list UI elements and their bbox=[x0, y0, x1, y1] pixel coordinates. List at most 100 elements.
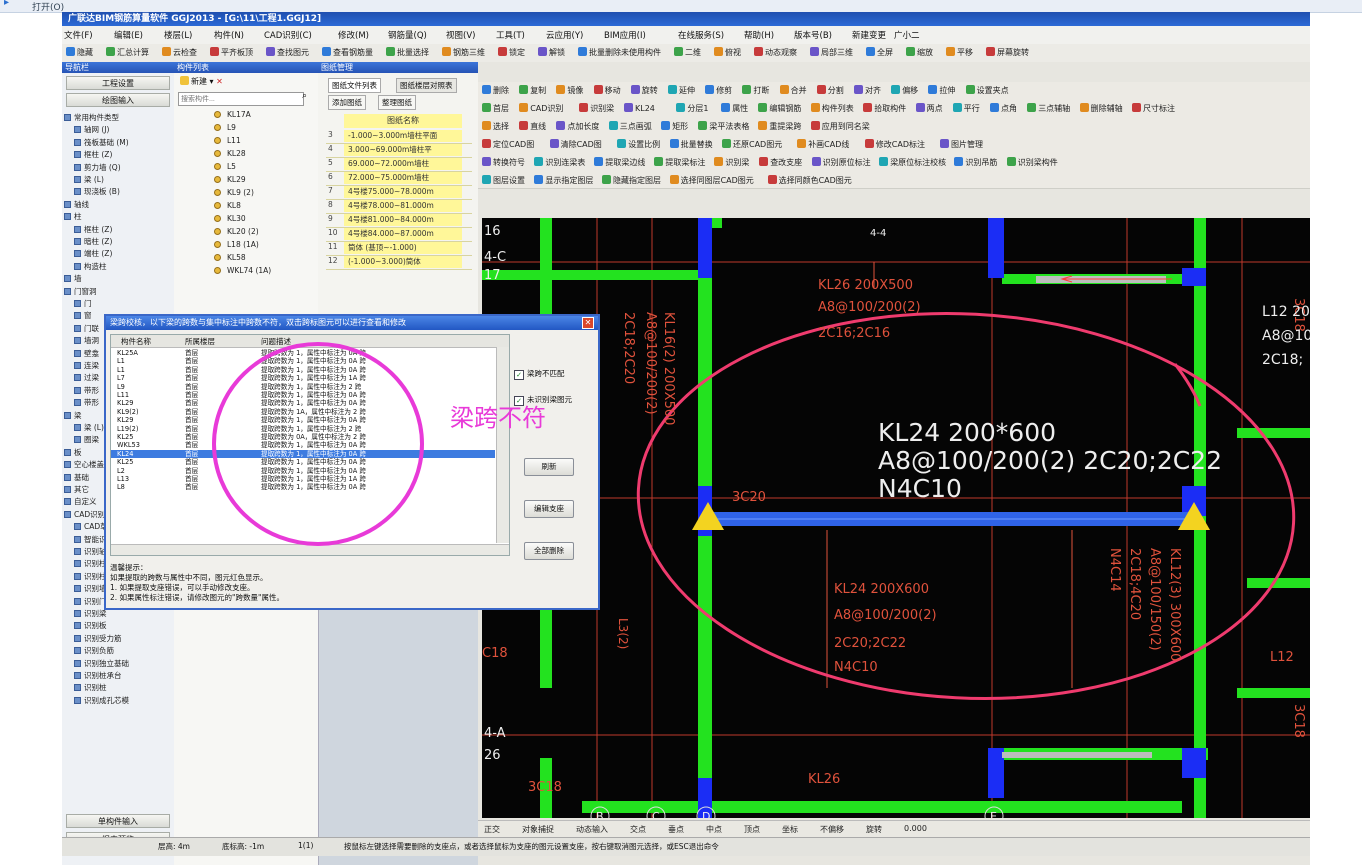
toolbar-button[interactable]: 平移 bbox=[946, 47, 973, 58]
toolbar-button[interactable]: 屏幕旋转 bbox=[986, 47, 1029, 58]
toolbar-button[interactable]: 平齐板顶 bbox=[210, 47, 253, 58]
menu-item[interactable]: 楼层(L) bbox=[164, 29, 192, 41]
status-toggle[interactable]: 垂点 bbox=[668, 824, 684, 835]
cad-tool-button[interactable]: 提取梁边线 bbox=[594, 157, 645, 168]
toolbar-button[interactable]: 批量删除未使用构件 bbox=[578, 47, 661, 58]
tree-item[interactable]: 识别负筋 bbox=[74, 645, 114, 656]
drawing-row[interactable]: 4 3.000~69.000m墙柱平 bbox=[326, 144, 472, 158]
tree-item[interactable]: CAD识别 bbox=[64, 509, 105, 520]
drawing-row[interactable]: 5 69.000~72.000m墙柱 bbox=[326, 158, 472, 172]
cad-tool-button[interactable]: 移动 bbox=[593, 85, 621, 96]
tree-item[interactable]: 梁 bbox=[64, 410, 82, 421]
cad-tool-button[interactable]: 两点 bbox=[915, 103, 943, 114]
menu-item[interactable]: 编辑(E) bbox=[114, 29, 143, 41]
cad-tool-button[interactable]: 清除CAD图 bbox=[549, 139, 602, 150]
cad-tool-button[interactable]: 编辑钢筋 bbox=[758, 103, 801, 114]
menu-item[interactable]: 视图(V) bbox=[446, 29, 475, 41]
tree-item[interactable]: 墙 bbox=[64, 273, 82, 284]
cad-tool-button[interactable]: 识别梁 bbox=[579, 103, 614, 114]
tree-item[interactable]: 识别独立基础 bbox=[74, 658, 129, 669]
toolbar-button[interactable]: 锁定 bbox=[498, 47, 525, 58]
cad-tool-button[interactable]: 隐藏指定图层 bbox=[602, 175, 661, 186]
cad-tool-button[interactable]: 批量替换 bbox=[669, 139, 713, 150]
component-list-item[interactable]: KL58 bbox=[214, 253, 246, 262]
component-list-item[interactable]: KL28 bbox=[214, 149, 246, 158]
toolbar-button[interactable]: 钢筋三维 bbox=[442, 47, 485, 58]
cad-tool-button[interactable]: 偏移 bbox=[891, 85, 918, 96]
status-toggle[interactable]: 坐标 bbox=[782, 824, 798, 835]
cad-tool-button[interactable]: 补画CAD线 bbox=[797, 139, 849, 150]
tree-item[interactable]: 识别墙 bbox=[74, 583, 107, 594]
cad-tool-button[interactable]: 识别原位标注 bbox=[811, 157, 871, 168]
toolbar-button[interactable]: 全屏 bbox=[866, 47, 893, 58]
cad-tool-button[interactable]: 直线 bbox=[519, 121, 546, 132]
cad-tool-button[interactable]: 删除 bbox=[482, 85, 509, 96]
cad-tool-button[interactable]: 平行 bbox=[952, 103, 980, 114]
drawing-row[interactable]: 7 4号楼75.000~78.000m bbox=[326, 186, 472, 200]
menu-item[interactable]: BIM应用(I) bbox=[604, 29, 646, 41]
tab-drawing-file-list[interactable]: 图纸文件列表 bbox=[328, 78, 381, 93]
toolbar-button[interactable]: 查找图元 bbox=[266, 47, 309, 58]
toolbar-button[interactable]: 汇总计算 bbox=[106, 47, 149, 58]
toolbar-button[interactable]: 俯视 bbox=[714, 47, 741, 58]
toolbar-button[interactable]: 解锁 bbox=[538, 47, 565, 58]
drawing-row[interactable]: 6 72.000~75.000m墙柱 bbox=[326, 172, 472, 186]
cad-tool-button[interactable]: 矩形 bbox=[661, 121, 688, 132]
cad-tool-button[interactable]: CAD识别 bbox=[519, 103, 563, 114]
menu-item[interactable]: 版本号(B) bbox=[794, 29, 832, 41]
add-drawing-button[interactable]: 添加图纸 bbox=[328, 95, 366, 110]
tab-floor-mapping[interactable]: 图纸楼层对照表 bbox=[396, 78, 457, 93]
status-toggle[interactable]: 中点 bbox=[706, 824, 722, 835]
component-list-item[interactable]: L11 bbox=[214, 136, 241, 145]
tree-item[interactable]: 暗柱 (Z) bbox=[74, 236, 112, 247]
single-component-input-button[interactable]: 单构件输入 bbox=[66, 814, 170, 828]
project-settings-button[interactable]: 工程设置 bbox=[66, 76, 170, 90]
cad-tool-button[interactable]: 首层 bbox=[482, 103, 509, 114]
cad-tool-button[interactable]: 图片管理 bbox=[940, 139, 983, 150]
search-icon[interactable]: ⌕ bbox=[302, 91, 307, 101]
component-list-item[interactable]: L18 (1A) bbox=[214, 240, 259, 249]
component-list-item[interactable]: KL9 (2) bbox=[214, 188, 254, 197]
status-toggle[interactable]: 交点 bbox=[630, 824, 646, 835]
cad-tool-button[interactable]: 属性 bbox=[721, 103, 748, 114]
cad-tool-button[interactable]: 镜像 bbox=[556, 85, 583, 96]
component-list-item[interactable]: KL17A bbox=[214, 110, 251, 119]
toolbar-button[interactable]: 云检查 bbox=[162, 47, 197, 58]
tree-item[interactable]: 轴网 (J) bbox=[74, 124, 109, 135]
open-menu-label[interactable]: 打开(O) bbox=[32, 0, 64, 13]
cad-tool-button[interactable]: 梁原位标注校核 bbox=[879, 157, 946, 168]
tree-item[interactable]: 门 bbox=[74, 298, 92, 309]
tree-item[interactable]: 连梁 bbox=[74, 360, 99, 371]
cad-tool-button[interactable]: 设置比例 bbox=[617, 139, 660, 150]
cad-tool-button[interactable]: 复制 bbox=[519, 85, 546, 96]
status-toggle[interactable]: 不偏移 bbox=[820, 824, 844, 835]
toolbar-button[interactable]: 缩放 bbox=[906, 47, 933, 58]
status-toggle[interactable]: 顶点 bbox=[744, 824, 760, 835]
menu-item[interactable]: 广小二 bbox=[894, 29, 920, 41]
tree-item[interactable]: 框柱 (Z) bbox=[74, 224, 112, 235]
tree-item[interactable]: 基础 bbox=[64, 472, 89, 483]
cad-tool-button[interactable]: 还原CAD图元 bbox=[722, 139, 782, 150]
menu-item[interactable]: 在线服务(S) bbox=[678, 29, 724, 41]
cad-tool-button[interactable]: 选择 bbox=[482, 121, 509, 132]
cad-tool-button[interactable]: 拉伸 bbox=[928, 85, 955, 96]
tree-item[interactable]: 门联 bbox=[74, 323, 99, 334]
tree-item[interactable]: 过梁 bbox=[74, 372, 99, 383]
status-toggle[interactable]: 0.000 bbox=[904, 824, 927, 833]
component-list-item[interactable]: KL30 bbox=[214, 214, 246, 223]
toolbar-button[interactable]: 局部三维 bbox=[810, 47, 853, 58]
delete-icon[interactable]: ✕ bbox=[216, 77, 223, 86]
cad-tool-button[interactable]: 选择同颜色CAD图元 bbox=[767, 175, 852, 186]
tree-item[interactable]: 端柱 (Z) bbox=[74, 248, 112, 259]
status-toggle[interactable]: 动态输入 bbox=[576, 824, 608, 835]
tree-item[interactable]: 空心楼盖 bbox=[64, 459, 104, 470]
drawing-row[interactable]: 12 (-1.000~3.000)筒体 bbox=[326, 256, 472, 270]
close-icon[interactable]: ✕ bbox=[582, 317, 594, 329]
vertical-scrollbar[interactable] bbox=[496, 347, 509, 543]
cad-tool-button[interactable]: 识别吊筋 bbox=[954, 157, 997, 168]
component-list-item[interactable]: WKL74 (1A) bbox=[214, 266, 271, 275]
menu-item[interactable]: 新建变更 bbox=[852, 29, 886, 41]
tree-item[interactable]: 柱 bbox=[64, 211, 82, 222]
tree-item[interactable]: 识别板 bbox=[74, 620, 107, 631]
cad-tool-button[interactable]: 点加长度 bbox=[556, 121, 599, 132]
